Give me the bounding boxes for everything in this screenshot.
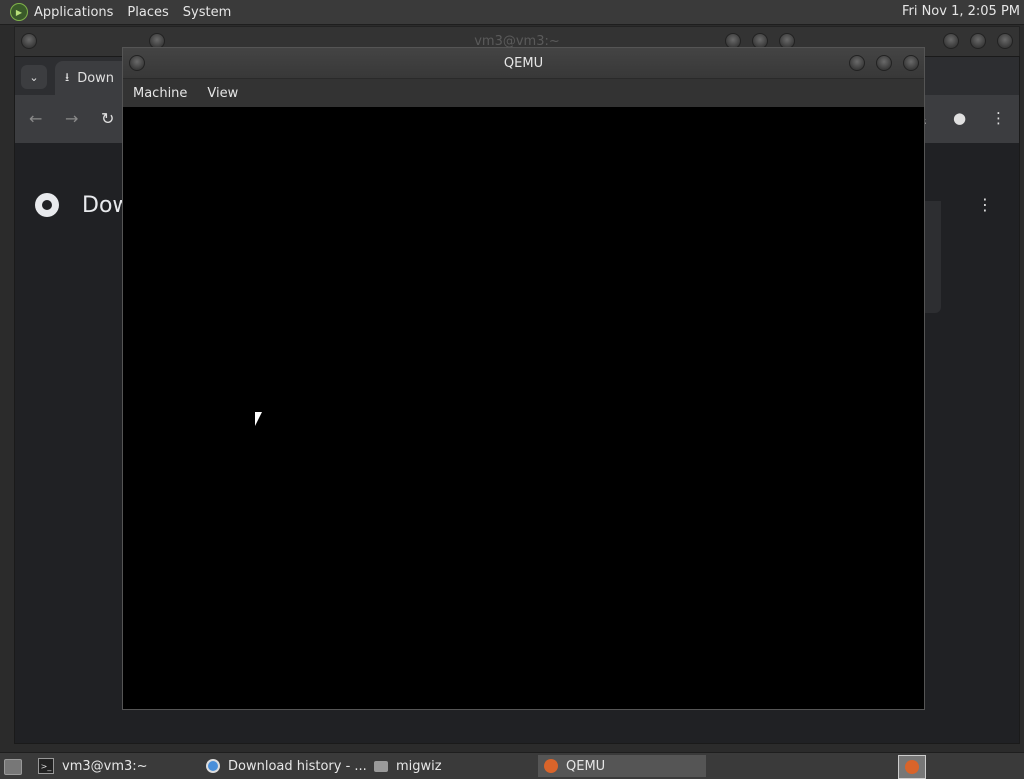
show-desktop-icon[interactable] <box>4 759 22 775</box>
maximize-icon[interactable] <box>876 55 892 71</box>
qemu-titlebar[interactable]: QEMU <box>123 48 924 79</box>
chrome-logo-icon <box>35 193 59 217</box>
taskbar-item-label: vm3@vm3:~ <box>62 758 148 774</box>
minimize-icon[interactable] <box>943 33 959 49</box>
minimize-icon[interactable] <box>849 55 865 71</box>
folder-icon <box>374 760 388 772</box>
chrome-icon <box>206 759 220 773</box>
qemu-icon <box>544 759 558 773</box>
maximize-icon[interactable] <box>970 33 986 49</box>
tab-search-chevron-icon[interactable]: ⌄ <box>21 65 47 89</box>
taskbar-item-terminal[interactable]: >_ vm3@vm3:~ <box>32 755 198 777</box>
tray-qemu-icon[interactable] <box>898 755 926 779</box>
vm-display[interactable] <box>123 107 924 709</box>
qemu-menubar: Machine View <box>123 79 924 107</box>
places-menu[interactable]: Places <box>127 5 168 20</box>
machine-menu[interactable]: Machine <box>133 86 187 101</box>
view-menu[interactable]: View <box>207 86 238 101</box>
reload-icon[interactable]: ↻ <box>101 109 114 128</box>
top-panel: ▶ Applications Places System Fri Nov 1, … <box>0 0 1024 25</box>
forward-arrow-icon[interactable]: → <box>65 109 78 128</box>
applications-menu[interactable]: Applications <box>34 5 113 20</box>
mouse-cursor-icon <box>255 412 262 426</box>
taskbar-item-label: QEMU <box>566 758 606 774</box>
close-icon[interactable] <box>903 55 919 71</box>
back-arrow-icon[interactable]: ← <box>29 109 42 128</box>
system-menu[interactable]: System <box>183 5 231 20</box>
taskbar: >_ vm3@vm3:~ Download history - ... migw… <box>0 752 1024 779</box>
taskbar-item-migwiz[interactable]: migwiz <box>368 755 536 777</box>
distro-logo-icon[interactable]: ▶ <box>10 3 28 21</box>
page-more-options-icon[interactable]: ⋮ <box>977 195 993 214</box>
taskbar-item-qemu[interactable]: QEMU <box>538 755 706 777</box>
qemu-window[interactable]: QEMU Machine View <box>122 47 925 710</box>
download-icon: ⭳ <box>65 69 70 84</box>
qemu-window-title: QEMU <box>503 56 544 71</box>
taskbar-item-label: Download history - ... <box>228 758 367 774</box>
tab-label: Down <box>77 70 115 86</box>
chrome-menu-icon[interactable]: ⋮ <box>991 109 1006 127</box>
close-icon[interactable] <box>997 33 1013 49</box>
taskbar-item-chrome[interactable]: Download history - ... <box>200 755 368 777</box>
terminal-icon: >_ <box>38 758 54 774</box>
qemu-icon <box>905 760 919 774</box>
profile-avatar-icon[interactable]: ● <box>953 109 966 127</box>
taskbar-item-label: migwiz <box>396 758 442 774</box>
clock[interactable]: Fri Nov 1, 2:05 PM <box>902 4 1020 19</box>
